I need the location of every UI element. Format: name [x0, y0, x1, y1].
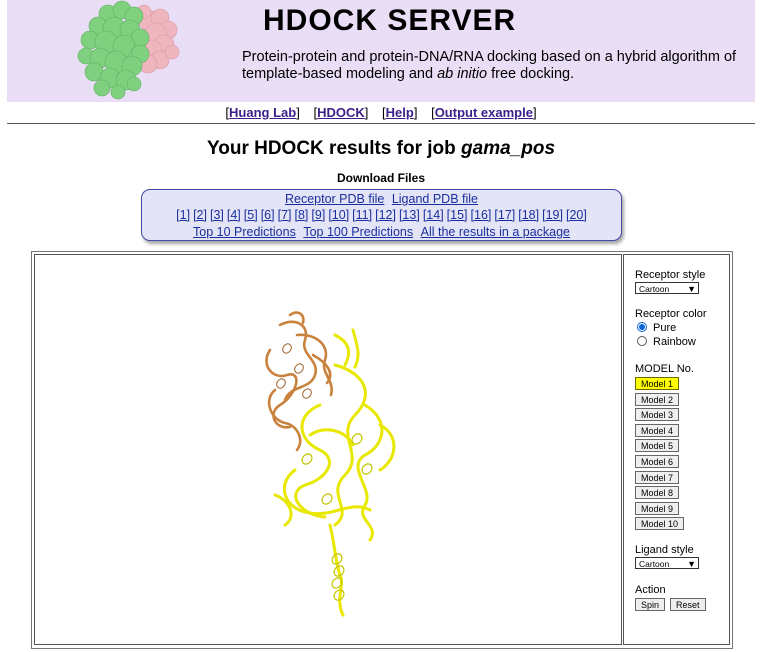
- model-button[interactable]: Model 1: [635, 377, 680, 390]
- model-button[interactable]: Model 3: [635, 408, 680, 422]
- model-download-link[interactable]: [19]: [542, 208, 563, 222]
- model-download-link[interactable]: [14]: [423, 208, 444, 222]
- model-download-link[interactable]: [8]: [295, 208, 309, 222]
- radio-checked-icon: [637, 322, 647, 332]
- chevron-down-icon: ▼: [687, 284, 696, 294]
- reset-button[interactable]: Reset: [670, 598, 706, 611]
- ligand-style-label: Ligand style: [635, 544, 694, 556]
- model-download-link[interactable]: [7]: [278, 208, 292, 222]
- receptor-style-label: Receptor style: [635, 269, 706, 281]
- model-download-link[interactable]: [13]: [399, 208, 420, 222]
- model-download-link[interactable]: [9]: [311, 208, 325, 222]
- radio-pure[interactable]: Pure: [637, 322, 676, 334]
- action-label: Action: [635, 584, 666, 596]
- chevron-down-icon: ▼: [687, 559, 696, 569]
- download-heading: Download Files: [336, 171, 425, 185]
- model-download-link[interactable]: [16]: [471, 208, 492, 222]
- model-button[interactable]: Model 7: [635, 470, 680, 484]
- pdb-file-links: Receptor PDB file Ligand PDB file: [142, 192, 621, 206]
- model-download-link[interactable]: [3]: [210, 208, 224, 222]
- receptor-color-label: Receptor color: [635, 308, 707, 320]
- ligand-style-select[interactable]: Cartoon ▼: [635, 557, 699, 569]
- model-button[interactable]: Model 8: [635, 486, 680, 500]
- server-title: HDOCK SERVER: [263, 4, 517, 37]
- model-links-row: [1] [2] [3] [4] [5] [6] [7] [8] [9] [10] [11] [12][…: [142, 208, 621, 222]
- job-title: Your HDOCK results for job gama_pos: [206, 138, 556, 159]
- model-download-link[interactable]: [20]: [566, 208, 587, 222]
- model-download-link[interactable]: [2]: [193, 208, 207, 222]
- model-download-link[interactable]: [6]: [261, 208, 275, 222]
- top100-predictions-link[interactable]: Top 100 Predictions: [303, 225, 413, 239]
- molecule-structure-render: [265, 311, 396, 617]
- divider: [7, 123, 755, 124]
- radio-unchecked-icon: [637, 336, 647, 346]
- model-number-label: MODEL No.: [635, 363, 694, 375]
- nav-help-link[interactable]: Help: [386, 105, 414, 120]
- model-button[interactable]: Model 5: [635, 439, 680, 453]
- nav-hdock-link[interactable]: HDOCK: [317, 105, 365, 120]
- model-download-link[interactable]: [4]: [227, 208, 241, 222]
- model-download-link[interactable]: [11]: [352, 208, 372, 222]
- download-box: Receptor PDB file Ligand PDB file [1] [2]…: [141, 189, 622, 241]
- model-download-link[interactable]: [5]: [244, 208, 258, 222]
- model-download-link[interactable]: [10]: [328, 208, 349, 222]
- model-button[interactable]: Model 6: [635, 455, 680, 468]
- nav-huang-lab-link[interactable]: Huang Lab: [229, 105, 296, 120]
- bulk-download-links: Top 10 Predictions Top 100 Predictions A…: [142, 225, 621, 239]
- top10-predictions-link[interactable]: Top 10 Predictions: [193, 225, 296, 239]
- model-download-link[interactable]: [1]: [176, 208, 190, 222]
- model-button[interactable]: Model 4: [635, 423, 680, 437]
- model-download-link[interactable]: [18]: [518, 208, 539, 222]
- model-download-link[interactable]: [15]: [447, 208, 468, 222]
- model-button[interactable]: Model 9: [635, 501, 680, 515]
- model-button[interactable]: Model 2: [635, 392, 680, 406]
- spin-button[interactable]: Spin: [635, 598, 666, 611]
- all-results-package-link[interactable]: All the results in a package: [421, 225, 570, 239]
- molecule-viewer[interactable]: [34, 254, 622, 645]
- receptor-pdb-link[interactable]: Receptor PDB file: [285, 192, 384, 206]
- receptor-style-select[interactable]: Cartoon ▼: [635, 282, 699, 294]
- radio-rainbow[interactable]: Rainbow: [637, 336, 696, 348]
- model-download-link[interactable]: [17]: [494, 208, 515, 222]
- server-description: Protein-protein and protein-DNA/RNA dock…: [242, 49, 737, 82]
- model-download-link[interactable]: [12]: [375, 208, 396, 222]
- model-button[interactable]: Model 10: [635, 517, 685, 531]
- control-panel: Receptor style Cartoon ▼ Receptor color P…: [623, 254, 730, 645]
- top-nav: [Huang Lab] [HDOCK] [Help] [Output examp…: [225, 105, 537, 120]
- ligand-pdb-link[interactable]: Ligand PDB file: [392, 192, 478, 206]
- nav-output-example-link[interactable]: Output example: [435, 105, 533, 120]
- protein-logo-icon: [77, 0, 180, 100]
